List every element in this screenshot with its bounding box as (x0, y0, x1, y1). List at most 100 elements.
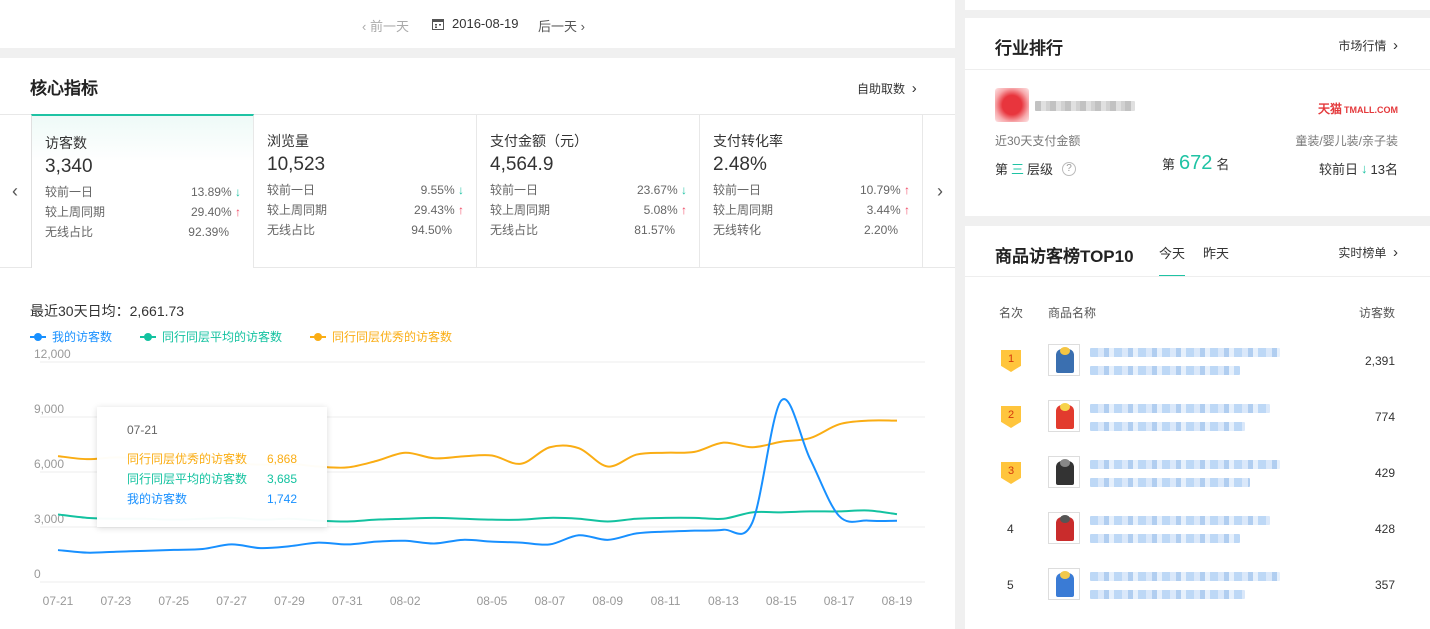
table-row[interactable]: 2 774 (965, 400, 1430, 440)
metric-row-label: 较上周同期 (267, 203, 328, 217)
product-name-blurred[interactable] (1090, 590, 1245, 599)
table-row[interactable]: 3 429 (965, 456, 1430, 496)
product-name-blurred[interactable] (1090, 460, 1280, 469)
metric-row-value-wrap: 13.89% ↓ (191, 182, 241, 202)
scroll-left-button[interactable]: ‹ (0, 114, 30, 268)
compare-value: 13名 (1370, 162, 1398, 177)
top10-title: 商品访客榜TOP10 (995, 247, 1134, 266)
table-row[interactable]: 4 428 (965, 512, 1430, 552)
tooltip-row-mine: 我的访客数 1,742 (127, 489, 297, 509)
metric-row-value: 94.50% (411, 223, 452, 237)
metric-card[interactable]: 支付转化率 2.48% 较前一日 10.79% ↑ 较上周同期 3.44% ↑ 无线转化 2… (700, 114, 923, 268)
tooltip-label: 同行同层优秀的访客数 (127, 452, 248, 466)
rank-number: 4 (1007, 522, 1014, 536)
realtime-ranking-link[interactable]: 实时榜单 › (1338, 244, 1398, 261)
y-tick-label: 0 (34, 567, 41, 581)
legend-label: 同行同层优秀的访客数 (332, 330, 453, 344)
x-tick-label: 07-31 (332, 594, 363, 608)
industry-ranking-title: 行业排行 (995, 39, 1063, 58)
product-name-blurred[interactable] (1090, 534, 1240, 543)
x-tick-label: 07-27 (216, 594, 247, 608)
rank-value: 672 (1179, 152, 1213, 174)
metric-row-value: 10.79% (859, 183, 901, 197)
metric-value: 3,340 (45, 156, 93, 177)
product-name-blurred[interactable] (1090, 422, 1245, 431)
product-name-blurred[interactable] (1090, 366, 1240, 375)
x-tick-label: 08-07 (534, 594, 565, 608)
visitor-count: 429 (1374, 466, 1395, 480)
legend-item-peer-top[interactable]: 同行同层优秀的访客数 (310, 328, 452, 345)
legend-marker (140, 332, 157, 341)
product-name-blurred[interactable] (1090, 404, 1270, 413)
metric-label: 近30天支付金额 (995, 134, 1081, 148)
date-picker[interactable]: 2016-08-19 (432, 16, 519, 31)
metric-row-label: 较前一日 (490, 183, 539, 197)
product-thumbnail[interactable] (1048, 400, 1080, 432)
metric-value: 2.48% (713, 154, 767, 175)
prev-day-button[interactable]: ‹ 前一天 (362, 16, 409, 35)
product-thumbnail[interactable] (1048, 344, 1080, 376)
metric-row-value-wrap: 94.50% (411, 220, 464, 240)
table-row[interactable]: 1 2,391 (965, 344, 1430, 384)
industry-category: 童装/婴儿装/亲子装 (1295, 134, 1398, 148)
tooltip-row-peer-top: 同行同层优秀的访客数 6,868 (127, 449, 297, 469)
scroll-right-button[interactable]: › (925, 114, 955, 268)
metric-card[interactable]: 访客数 3,340 较前一日 13.89% ↓ 较上周同期 29.40% ↑ 无线占比 92… (31, 114, 254, 268)
metric-card[interactable]: 浏览量 10,523 较前一日 9.55% ↓ 较上周同期 29.43% ↑ 无线占比 94… (254, 114, 477, 268)
x-tick-label: 07-25 (158, 594, 189, 608)
tab-today[interactable]: 今天 (1159, 243, 1186, 277)
metric-row-value-wrap: 29.40% ↑ (191, 202, 241, 222)
rank-compare: 较前日 ↓ 13名 (1319, 159, 1398, 178)
metric-row-label: 较上周同期 (713, 203, 774, 217)
industry-ranking-panel: 行业排行 市场行情 › 天猫 TMALL.COM 近30天支付金额 童装/婴儿装/… (965, 18, 1430, 216)
metric-row: 较上周同期 29.40% ↑ (45, 202, 241, 222)
help-icon[interactable]: ? (1062, 161, 1077, 176)
product-name-blurred[interactable] (1090, 348, 1280, 357)
tmall-logo-text: 天猫 (1317, 102, 1342, 116)
current-date: 2016-08-19 (452, 16, 519, 31)
top10-products-panel: 商品访客榜TOP10 今天 昨天 实时榜单 › 名次 商品名称 访客数 1 2,… (965, 226, 1430, 629)
product-name-blurred[interactable] (1090, 516, 1270, 525)
product-name-blurred[interactable] (1090, 478, 1250, 487)
chevron-left-icon: ‹ (12, 180, 18, 201)
metric-row-value-wrap: 81.57% (634, 220, 687, 240)
self-service-data-link[interactable]: 自助取数 › (857, 80, 917, 97)
x-tick-label: 07-23 (101, 594, 132, 608)
next-day-button[interactable]: 后一天 › (538, 16, 585, 35)
legend-item-mine[interactable]: 我的访客数 (30, 328, 112, 345)
metric-name: 支付转化率 (713, 133, 783, 149)
metric-row-value: 81.57% (634, 223, 675, 237)
tab-yesterday[interactable]: 昨天 (1203, 243, 1229, 262)
product-thumbnail[interactable] (1048, 456, 1080, 488)
metric-row-value: 92.39% (188, 225, 229, 239)
product-thumbnail[interactable] (1048, 568, 1080, 600)
market-link[interactable]: 市场行情 › (1338, 37, 1398, 54)
metric-value: 10,523 (267, 154, 326, 175)
metric-value: 4,564.9 (490, 154, 554, 175)
metric-row: 较上周同期 3.44% ↑ (713, 200, 910, 220)
metric-row: 无线转化 2.20% (713, 220, 910, 240)
metric-row-value: 3.44% (866, 203, 901, 217)
product-thumbnail[interactable] (1048, 512, 1080, 544)
metric-row-value: 13.89% (190, 185, 232, 199)
product-name-blurred[interactable] (1090, 572, 1280, 581)
rank-suffix: 名 (1216, 157, 1230, 172)
visitor-count: 357 (1374, 578, 1395, 592)
arrow-down-icon: ↓ (231, 185, 241, 199)
column-header-rank: 名次 (999, 306, 1024, 320)
tooltip-label: 同行同层平均的访客数 (127, 472, 248, 486)
shop-name-blurred (1035, 101, 1135, 111)
legend-item-peer-average[interactable]: 同行同层平均的访客数 (140, 328, 282, 345)
metric-row: 无线占比 92.39% (45, 222, 241, 242)
tier-value: 三 (1011, 162, 1025, 177)
metric-name: 浏览量 (267, 133, 309, 149)
column-header-visitors: 访客数 (1358, 306, 1395, 320)
metric-row-value: 29.40% (190, 205, 232, 219)
table-row[interactable]: 5 357 (965, 568, 1430, 608)
metric-card[interactable]: 支付金额（元） 4,564.9 较前一日 23.67% ↓ 较上周同期 5.08% ↑ 无… (477, 114, 700, 268)
y-tick-label: 12,000 (34, 348, 71, 361)
x-tick-label: 07-21 (43, 594, 74, 608)
metric-row-value-wrap: 5.08% ↑ (644, 200, 687, 220)
visitor-count: 774 (1374, 410, 1395, 424)
y-tick-label: 6,000 (34, 457, 64, 471)
